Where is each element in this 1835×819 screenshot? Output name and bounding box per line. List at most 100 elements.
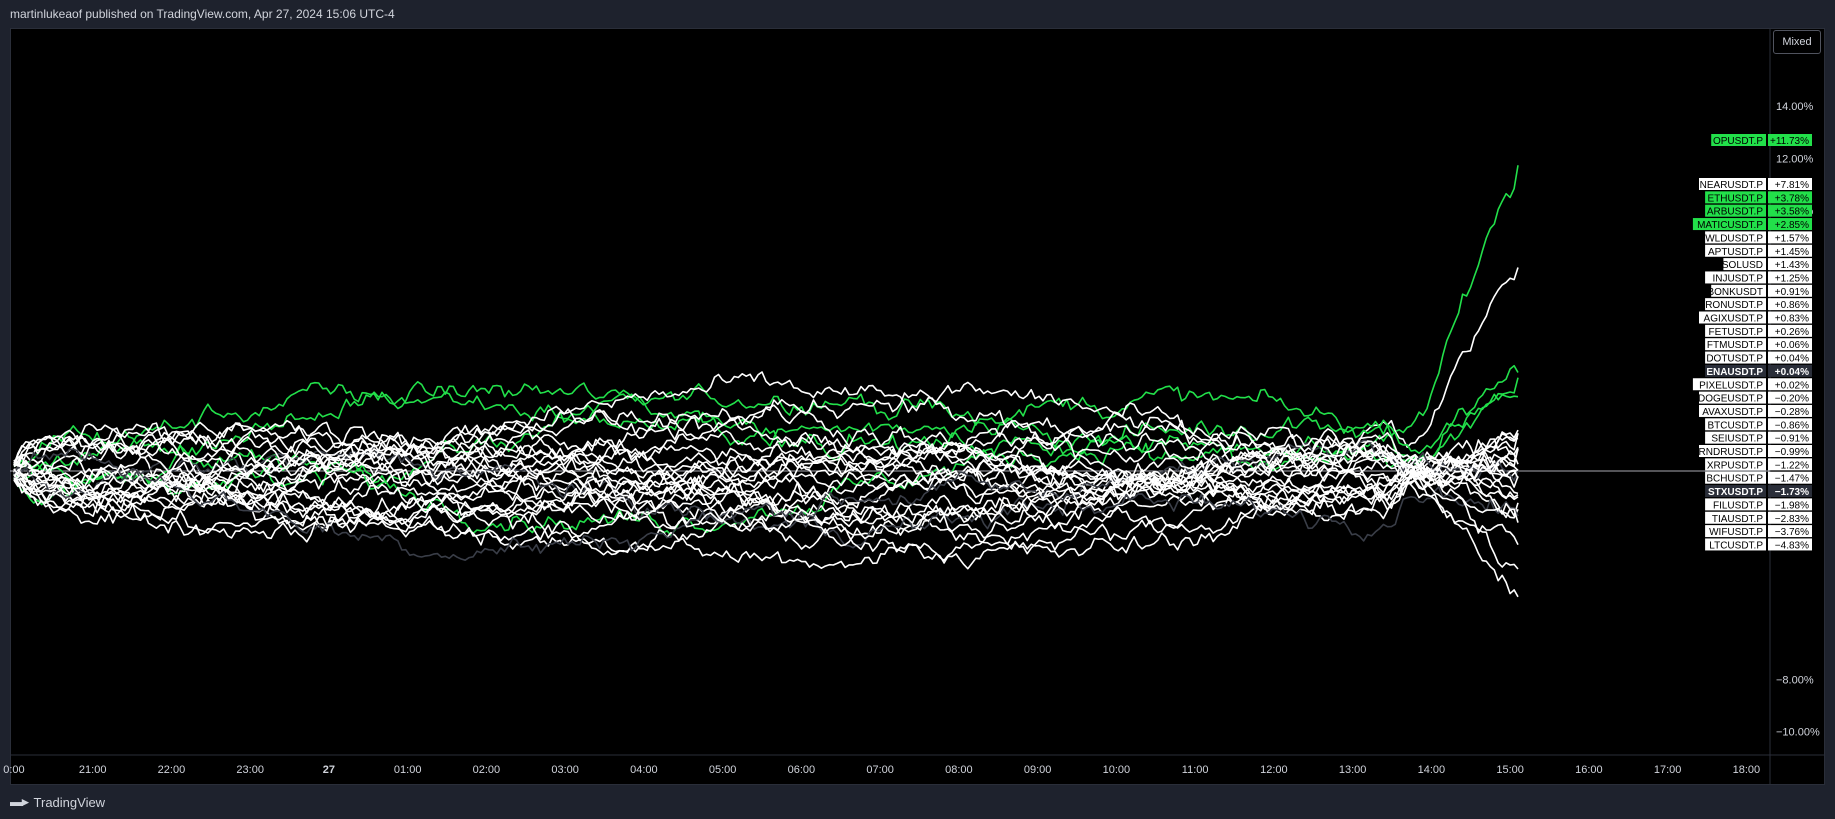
x-tick-label: 10:00: [1103, 764, 1131, 776]
price-label-name: SEIUSDT.P: [1711, 434, 1763, 445]
price-label-value: −4.83%: [1775, 540, 1809, 551]
price-label-fetusdt-p: FETUSDT.P +0.26%: [1705, 324, 1812, 338]
x-tick-label: 16:00: [1575, 764, 1603, 776]
price-label-value: −1.73%: [1775, 487, 1809, 498]
price-label-name: WIFUSDT.P: [1709, 527, 1763, 538]
x-tick-label: 23:00: [236, 764, 264, 776]
y-tick-label: 14.00%: [1776, 101, 1814, 113]
price-label-nearusdt-p: NEARUSDT.P +7.81%: [1699, 178, 1812, 191]
price-label-value: +0.04%: [1775, 354, 1809, 365]
price-label-seiusdt-p: SEIUSDT.P −0.91%: [1705, 431, 1812, 445]
price-label-value: −0.99%: [1775, 447, 1809, 458]
price-label-name: INJUSDT.P: [1712, 273, 1763, 284]
price-label-value: +1.45%: [1775, 247, 1809, 258]
price-label-value: −0.20%: [1775, 394, 1809, 405]
price-label-bchusdt-p: BCHUSDT.P −1.47%: [1705, 471, 1812, 485]
price-label-name: FTMUSDT.P: [1707, 340, 1763, 351]
x-tick-label: 15:00: [1496, 764, 1524, 776]
price-label-filusdt-p: FILUSDT.P −1.98%: [1705, 498, 1812, 511]
price-label-name: PIXELUSDT.P: [1699, 380, 1763, 391]
price-label-ethusdt-p: ETHUSDT.P +3.78%: [1705, 191, 1812, 204]
price-label-avaxusdt-p: AVAXUSDT.P −0.28%: [1699, 404, 1812, 418]
price-label-name: DOGEUSDT.P: [1698, 394, 1763, 405]
y-tick-label: −8.00%: [1776, 674, 1814, 686]
price-label-value: −0.86%: [1775, 420, 1809, 431]
price-label-name: APTUSDT.P: [1708, 247, 1763, 258]
x-tick-label: 13:00: [1339, 764, 1367, 776]
x-tick-label: 04:00: [630, 764, 658, 776]
comparison-line-chart[interactable]: 0:00 21:00 22:00 23:00 27 01:00 02:00 03:00 04:0…: [0, 0, 1835, 819]
price-label-value: +0.86%: [1775, 300, 1809, 311]
price-label-value: +0.83%: [1775, 314, 1809, 325]
x-tick-label: 09:00: [1024, 764, 1052, 776]
price-label-value: +2.85%: [1775, 220, 1809, 231]
price-scale-labels: OPUSDT.P +11.73% NEARUSDT.P +7.81%ETHUSDT.P…: [1692, 134, 1812, 551]
price-label-dotusdt-p: DOTUSDT.P +0.04%: [1705, 351, 1812, 365]
price-label-solusd: SOLUSD +1.43%: [1722, 258, 1812, 271]
scale-mode-button[interactable]: Mixed: [1773, 30, 1821, 54]
price-label-value: +1.43%: [1775, 260, 1809, 271]
price-label-name: FETUSDT.P: [1709, 327, 1764, 338]
price-label-name: BTCUSDT.P: [1707, 420, 1763, 431]
x-tick-label: 22:00: [158, 764, 186, 776]
price-label-value: −1.22%: [1775, 460, 1809, 471]
x-tick-label: 27: [323, 764, 335, 776]
x-tick-label: 06:00: [788, 764, 816, 776]
price-label-name: NEARUSDT.P: [1700, 180, 1764, 191]
price-label-name: ENAUSDT.P: [1706, 367, 1763, 378]
price-label-xrpusdt-p: XRPUSDT.P −1.22%: [1705, 458, 1812, 471]
price-label-name: RONUSDT.P: [1705, 300, 1763, 311]
price-label-name: TIAUSDT.P: [1712, 514, 1763, 525]
price-label-value: −1.47%: [1775, 474, 1809, 485]
price-label-value: +3.58%: [1775, 207, 1809, 218]
series-lines: [13, 165, 1519, 598]
x-tick-label: 05:00: [709, 764, 737, 776]
price-label-value: −3.76%: [1775, 527, 1809, 538]
price-label-name: MATICUSDT.P: [1697, 220, 1763, 231]
price-label-enausdt-p: ENAUSDT.P +0.04%: [1705, 364, 1812, 378]
x-tick-label: 12:00: [1260, 764, 1288, 776]
price-label-injusdt-p: INJUSDT.P +1.25%: [1705, 271, 1812, 284]
price-label-name: ARBUSDT.P: [1707, 207, 1763, 218]
price-label-value: +0.26%: [1775, 327, 1809, 338]
footer-brand: TradingView: [33, 794, 106, 810]
footer: ▬▸ TradingView: [10, 791, 105, 813]
x-tick-label: 11:00: [1182, 764, 1209, 776]
price-label-ronusdt-p: RONUSDT.P +0.86%: [1705, 298, 1812, 311]
price-label-value: +0.06%: [1775, 340, 1809, 351]
x-tick-label: 21:00: [79, 764, 107, 776]
price-label-name: STXUSDT.P: [1708, 487, 1763, 498]
x-tick-label: 03:00: [551, 764, 579, 776]
price-label-rndrusdt-p: RNDRUSDT.P −0.99%: [1699, 445, 1812, 458]
price-label-name: LTCUSDT.P: [1709, 540, 1763, 551]
price-label-name: DOTUSDT.P: [1706, 354, 1763, 365]
price-label-ftmusdt-p: FTMUSDT.P +0.06%: [1705, 338, 1812, 351]
price-label-arbusdt-p: ARBUSDT.P +3.58%: [1705, 204, 1812, 218]
price-label-value: −0.91%: [1775, 434, 1809, 445]
x-tick-label: 08:00: [945, 764, 973, 776]
price-label-name: FILUSDT.P: [1713, 500, 1763, 511]
price-label-bonkusdt: BONKUSDT +0.91%: [1707, 284, 1812, 298]
price-label-name: SOLUSD: [1722, 260, 1763, 271]
price-label-value: +0.02%: [1775, 380, 1809, 391]
price-label-agixusdt-p: AGIXUSDT.P +0.83%: [1699, 311, 1812, 325]
price-label-opusdt-p: OPUSDT.P +11.73%: [1711, 134, 1812, 147]
price-label-value: +1.57%: [1775, 233, 1809, 244]
price-label-value: +3.78%: [1775, 193, 1809, 204]
price-label-value: −0.28%: [1775, 407, 1809, 418]
price-label-ltcusdt-p: LTCUSDT.P −4.83%: [1705, 538, 1812, 551]
price-label-pixelusdt-p: PIXELUSDT.P +0.02%: [1692, 378, 1812, 391]
price-label-name: BONKUSDT: [1707, 287, 1763, 298]
price-label-name: WLDUSDT.P: [1705, 233, 1763, 244]
price-label-dogeusdt-p: DOGEUSDT.P −0.20%: [1698, 391, 1812, 405]
y-tick-label: 12.00%: [1776, 153, 1814, 165]
x-tick-label: 02:00: [473, 764, 501, 776]
price-label-name: AVAXUSDT.P: [1702, 407, 1763, 418]
price-label-value: +11.73%: [1770, 136, 1809, 147]
price-label-maticusdt-p: MATICUSDT.P +2.85%: [1692, 218, 1812, 231]
y-tick-label: −10.00%: [1776, 727, 1820, 739]
x-tick-label: 07:00: [866, 764, 894, 776]
price-label-value: +0.04%: [1775, 367, 1809, 378]
x-tick-label: 18:00: [1733, 764, 1761, 776]
series-line-opusdt-p: [13, 165, 1519, 496]
